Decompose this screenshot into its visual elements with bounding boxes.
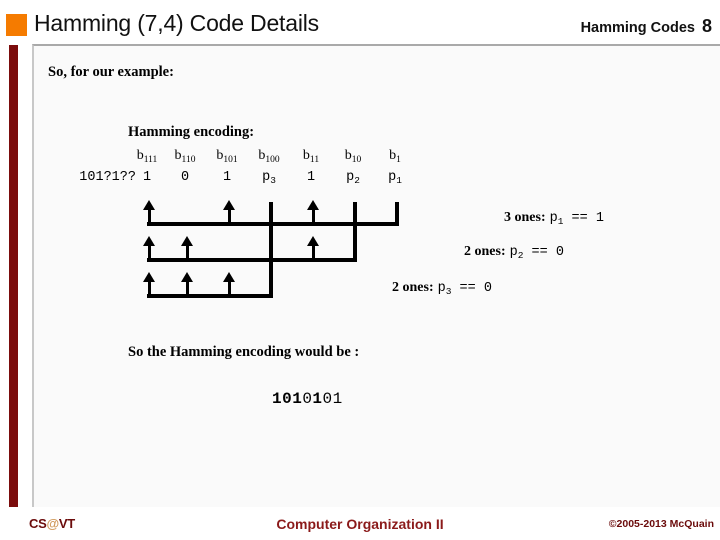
slide-footer: CS@VT Computer Organization II ©2005-201… [0, 507, 720, 540]
result-segment: 0 [302, 390, 313, 408]
parity-arrow-p1-col5 [307, 200, 319, 210]
source-pattern: 101?1?? [79, 170, 136, 185]
parity-arrow-p2-col2 [181, 236, 193, 246]
bit-value-cell: p2 [346, 170, 360, 186]
bit-label-cell: b111 [136, 148, 158, 165]
parity-arrow-stem-p2-col5 [311, 244, 315, 260]
parity-arrow-stem-p3-col1 [147, 280, 151, 296]
orange-bullet-square-icon [6, 14, 27, 36]
parity-note-p1: 3 ones: p1 == 1 [504, 208, 604, 227]
bit-value-cell: 1 [306, 170, 316, 185]
parity-arrow-p1-col1 [143, 200, 155, 210]
parity-baseline-p1 [147, 222, 399, 226]
parity-equation-p3: p3 == 0 [437, 281, 492, 297]
parity-equation-p2: p2 == 0 [509, 245, 564, 261]
parity-equation-p1: p1 == 1 [549, 211, 604, 227]
parity-arrow-stem-p2-col1 [147, 244, 151, 260]
header-subject-and-number: Hamming Codes 8 [581, 16, 712, 37]
parity-arrow-p3-col1 [143, 272, 155, 282]
slide-header: Hamming (7,4) Code Details Hamming Codes… [0, 0, 720, 44]
parity-note-p3: 2 ones: p3 == 0 [392, 278, 492, 297]
page-title: Hamming (7,4) Code Details [34, 10, 319, 36]
parity-arrow-p2-col5 [307, 236, 319, 246]
intro-text: So, for our example: [48, 64, 174, 80]
header-subject: Hamming Codes [580, 20, 695, 36]
parity-arrow-stem-p1-col3 [227, 208, 231, 224]
conclusion-text: So the Hamming encoding would be : [128, 344, 360, 360]
parity-baseline-p2 [147, 258, 357, 262]
parity-arrow-stem-p1-col1 [147, 208, 151, 224]
parity-arrow-stem-p1-col5 [311, 208, 315, 224]
parity-arrow-stem-p3-col2 [185, 280, 189, 296]
parity-tick-p1-col7 [395, 202, 399, 226]
parity-arrow-p3-col2 [181, 272, 193, 282]
slide-number: 8 [701, 16, 712, 36]
result-code: 1010101 [272, 390, 343, 408]
bit-value-cell: 1 [222, 170, 232, 185]
parity-arrow-stem-p2-col2 [185, 244, 189, 260]
result-segment: 01 [322, 390, 343, 408]
parity-arrow-p3-col3 [223, 272, 235, 282]
bit-label-cell: b10 [344, 148, 362, 165]
parity-count-p1: 3 ones: [504, 210, 546, 225]
parity-tick-p3-col4 [269, 274, 273, 298]
parity-baseline-p3 [147, 294, 273, 298]
parity-arrow-p1-col3 [223, 200, 235, 210]
result-segment: 101 [272, 390, 303, 408]
bit-value-cell: p3 [262, 170, 276, 186]
bit-label-cell: b110 [174, 148, 196, 165]
bit-value-cell: p1 [388, 170, 402, 186]
bit-label-cell: b1 [389, 148, 401, 165]
left-accent-bar [9, 45, 18, 507]
parity-count-p3: 2 ones: [392, 280, 434, 295]
encoding-label: Hamming encoding: [128, 124, 255, 140]
bit-label-cell: b11 [302, 148, 320, 165]
bit-label-cell: b101 [216, 148, 238, 165]
bit-label-cell: b100 [258, 148, 280, 165]
bit-value-cell: 1 [142, 170, 152, 185]
parity-arrow-stem-p3-col3 [227, 280, 231, 296]
bit-value-cell: 0 [180, 170, 190, 185]
footer-copyright: ©2005-2013 McQuain [608, 518, 714, 530]
result-segment: 1 [312, 390, 323, 408]
parity-arrow-p2-col1 [143, 236, 155, 246]
parity-count-p2: 2 ones: [464, 244, 506, 259]
parity-note-p2: 2 ones: p2 == 0 [464, 242, 564, 261]
parity-tick-p2-col6 [353, 202, 357, 262]
content-panel: So, for our example: Hamming encoding: 1… [32, 44, 720, 509]
